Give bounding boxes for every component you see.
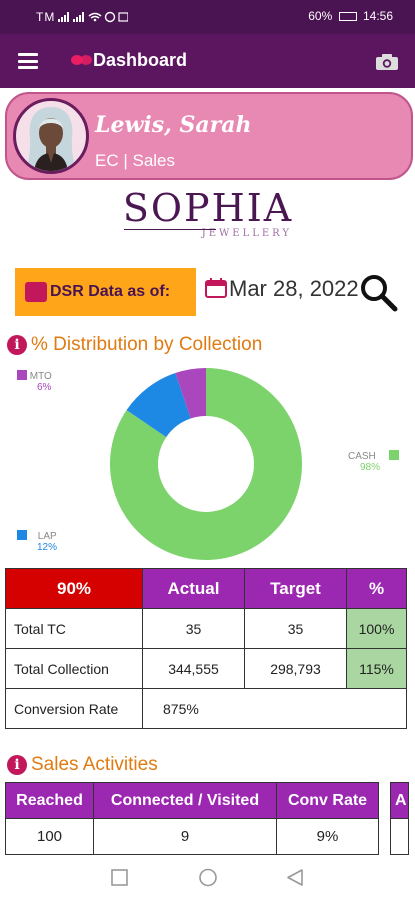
status-bar: TM 60% 14:56 (0, 0, 415, 34)
back-icon[interactable] (287, 869, 303, 886)
table-header-row: Reached Connected / Visited Conv Rate A (5, 782, 409, 819)
system-nav-bar (0, 855, 415, 900)
actual-value: 35 (142, 608, 245, 649)
header-cell-connected: Connected / Visited (93, 782, 277, 819)
target-value: 35 (244, 608, 347, 649)
legend-lap: LAP 12% (17, 530, 57, 553)
user-name: Lewis, Sarah (95, 112, 252, 138)
search-icon[interactable] (358, 272, 398, 312)
legend-name-cash: CASH (348, 451, 376, 462)
brand-logo: SOPHIA JEWELLERY (118, 188, 298, 258)
collection-table: 90% Actual Target % Total TC 35 35 100% … (5, 568, 407, 729)
hamburger-icon[interactable] (18, 53, 38, 69)
sales-section-title: i Sales Activities (7, 754, 158, 776)
legend-name-lap: LAP (37, 531, 57, 542)
legend-name-mto: MTO (29, 371, 52, 382)
percent-value: 115% (346, 648, 407, 689)
header-cell-percent-target: 90% (5, 568, 143, 609)
header-cell-percent: % (346, 568, 407, 609)
date-picker[interactable]: Mar 28, 2022 (205, 276, 359, 302)
next-cell (390, 818, 409, 855)
table-row: Total TC 35 35 100% (5, 608, 407, 649)
legend-swatch-mto (17, 370, 27, 380)
legend-value-mto: 6% (37, 382, 52, 393)
sales-title-text: Sales Activities (31, 754, 158, 775)
legend-value-cash: 98% (360, 462, 381, 473)
battery-percent: 60% (308, 9, 333, 23)
legend-swatch-cash (388, 450, 399, 460)
table-row: 100 9 9% (5, 818, 409, 855)
carrier-label: TM (36, 10, 56, 24)
header-cell-target: Target (244, 568, 347, 609)
calendar-icon (205, 278, 227, 298)
table-row: Conversion Rate 875% (5, 688, 407, 729)
percent-value: 100% (346, 608, 407, 649)
legend-mto: MTO 6% (17, 370, 52, 393)
target-value: 298,793 (244, 648, 347, 689)
header-cell-actual: Actual (142, 568, 245, 609)
user-role: EC | Sales (95, 151, 176, 170)
actual-value: 344,555 (142, 648, 245, 689)
row-label: Total Collection (5, 648, 143, 689)
legend-cash: CASH 98% (348, 450, 399, 473)
collection-title-text: % Distribution by Collection (31, 334, 263, 355)
donut-svg (110, 368, 302, 560)
table-row: Total Collection 344,555 298,793 115% (5, 648, 407, 689)
header-cell-conv-rate: Conv Rate (276, 782, 379, 819)
brand-divider (124, 229, 216, 230)
header-cell-next: A (390, 782, 409, 819)
camera-icon[interactable] (375, 53, 399, 71)
info-icon[interactable]: i (7, 755, 27, 775)
row-label: Total TC (5, 608, 143, 649)
table-header-row: 90% Actual Target % (5, 568, 407, 609)
app-bar: Dashboard (0, 34, 415, 88)
page-title: Dashboard (93, 50, 188, 70)
recent-apps-icon[interactable] (111, 869, 128, 886)
wallet-icon (25, 282, 47, 302)
collection-section-title: i% Distribution by Collection (7, 334, 262, 356)
info-icon[interactable]: i (7, 335, 27, 355)
date-value: Mar 28, 2022 (229, 276, 359, 301)
battery-icon (338, 12, 357, 21)
conv-rate-value: 9% (276, 818, 379, 855)
profile-card[interactable]: Lewis, Sarah EC | Sales (5, 92, 413, 180)
connected-value: 9 (93, 818, 277, 855)
legend-swatch-lap (17, 530, 27, 540)
row-label: Conversion Rate (5, 688, 143, 729)
clock: 14:56 (362, 9, 393, 23)
avatar (13, 98, 89, 174)
legend-value-lap: 12% (37, 542, 58, 553)
header-cell-reached: Reached (5, 782, 94, 819)
brand-name: SOPHIA (122, 186, 294, 230)
table-gap (379, 819, 391, 855)
status-right: 60% 14:56 (308, 9, 393, 23)
sales-activities-table[interactable]: Reached Connected / Visited Conv Rate A … (5, 782, 409, 855)
signal-icons (58, 11, 128, 23)
dsr-data-button[interactable]: DSR Data as of: (15, 268, 196, 316)
sophia-logo-icon (71, 55, 92, 65)
collection-donut-chart: MTO 6% LAP 12% CASH 98% (7, 360, 407, 565)
home-icon[interactable] (199, 868, 217, 887)
table-gap (379, 783, 391, 819)
dsr-label: DSR Data as of: (50, 283, 171, 300)
reached-value: 100 (5, 818, 94, 855)
conversion-rate-value: 875% (142, 688, 407, 729)
